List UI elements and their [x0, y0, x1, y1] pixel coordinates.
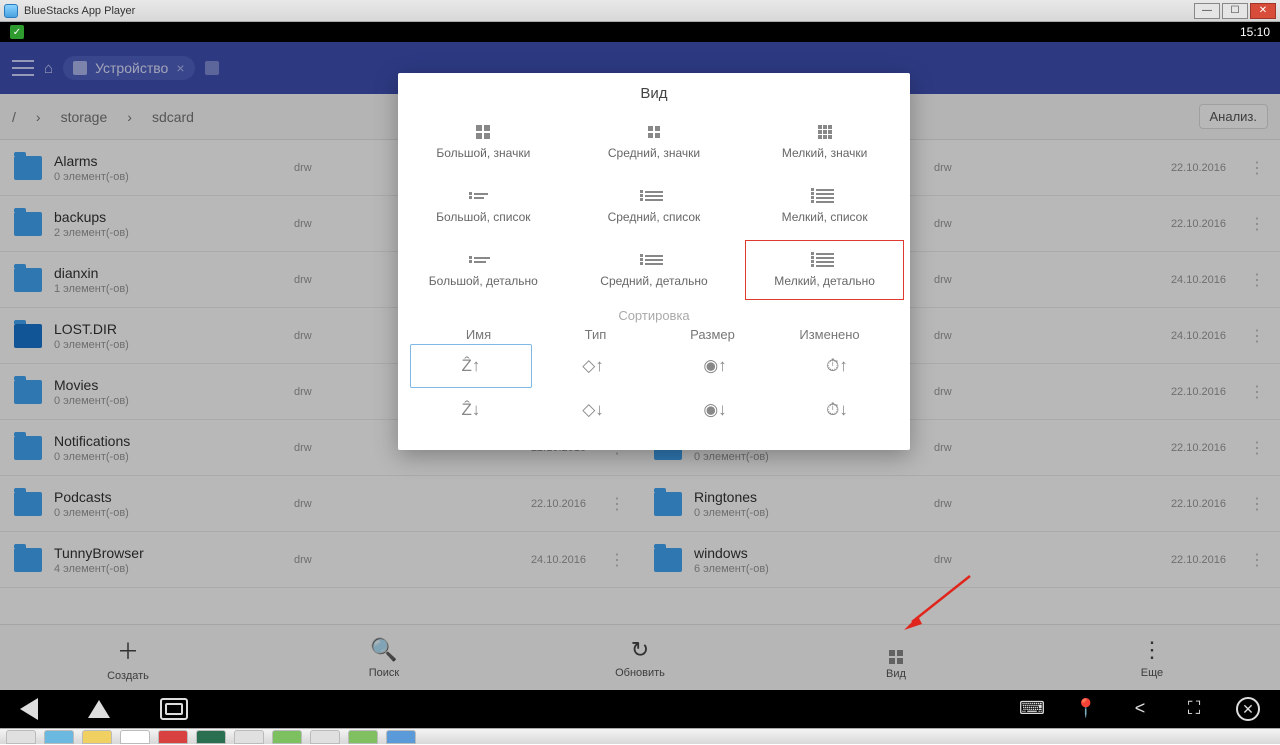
sort-type-asc[interactable]: ◇↑	[532, 344, 654, 388]
close-button[interactable]: ✕	[1250, 3, 1276, 19]
small-list-icon	[814, 188, 836, 204]
maximize-button[interactable]: ☐	[1222, 3, 1248, 19]
large-detail-icon	[472, 252, 494, 268]
android-navbar: ⌨ 📍 < ⛶ ✕	[0, 690, 1280, 728]
view-medium-icons[interactable]: Средний, значки	[569, 110, 740, 174]
sort-type-desc[interactable]: ◇↓	[532, 388, 654, 432]
location-icon[interactable]: 📍	[1074, 697, 1098, 719]
view-small-list[interactable]: Мелкий, список	[739, 174, 910, 238]
view-medium-detail[interactable]: Средний, детально	[569, 238, 740, 302]
medium-list-icon	[643, 188, 665, 204]
view-large-list[interactable]: Большой, список	[398, 174, 569, 238]
sort-date-asc[interactable]: ⏱↑	[776, 344, 898, 388]
small-detail-icon	[814, 252, 836, 268]
view-small-icons[interactable]: Мелкий, значки	[739, 110, 910, 174]
sort-section-label: Сортировка	[398, 302, 910, 323]
sort-col-size: Размер	[654, 327, 771, 342]
sort-name-asc[interactable]: Ẑ↑	[410, 344, 532, 388]
taskbar	[0, 728, 1280, 744]
back-nav-icon[interactable]	[20, 698, 38, 720]
sort-date-desc[interactable]: ⏱↓	[776, 388, 898, 432]
exit-icon[interactable]: ✕	[1236, 697, 1260, 721]
window-titlebar: BlueStacks App Player — ☐ ✕	[0, 0, 1280, 22]
medium-icons-icon	[643, 124, 665, 140]
view-large-icons[interactable]: Большой, значки	[398, 110, 569, 174]
share-icon[interactable]: <	[1128, 697, 1152, 719]
view-dialog: Вид Большой, значки Средний, значки Мелк…	[398, 73, 910, 450]
app-icon	[4, 4, 18, 18]
recent-nav-icon[interactable]	[160, 698, 188, 720]
home-nav-icon[interactable]	[88, 700, 110, 718]
view-small-detail[interactable]: Мелкий, детально	[739, 238, 910, 302]
clock: 15:10	[1240, 25, 1270, 39]
sort-headers: Имя Тип Размер Изменено	[398, 323, 910, 342]
medium-detail-icon	[643, 252, 665, 268]
small-icons-icon	[814, 124, 836, 140]
status-bar: ✓ 15:10	[0, 22, 1280, 42]
sort-col-name: Имя	[420, 327, 537, 342]
view-large-detail[interactable]: Большой, детально	[398, 238, 569, 302]
keyboard-icon[interactable]: ⌨	[1020, 697, 1044, 719]
window-title: BlueStacks App Player	[24, 5, 135, 17]
sort-col-changed: Изменено	[771, 327, 888, 342]
fullscreen-icon[interactable]: ⛶	[1182, 697, 1206, 719]
sort-col-type: Тип	[537, 327, 654, 342]
large-icons-icon	[472, 124, 494, 140]
sort-name-desc[interactable]: Ẑ↓	[410, 388, 532, 432]
sort-size-desc[interactable]: ◉↓	[654, 388, 776, 432]
sort-size-asc[interactable]: ◉↑	[654, 344, 776, 388]
minimize-button[interactable]: —	[1194, 3, 1220, 19]
view-medium-list[interactable]: Средний, список	[569, 174, 740, 238]
status-check-icon: ✓	[10, 25, 24, 39]
dialog-title: Вид	[398, 85, 910, 106]
large-list-icon	[472, 188, 494, 204]
